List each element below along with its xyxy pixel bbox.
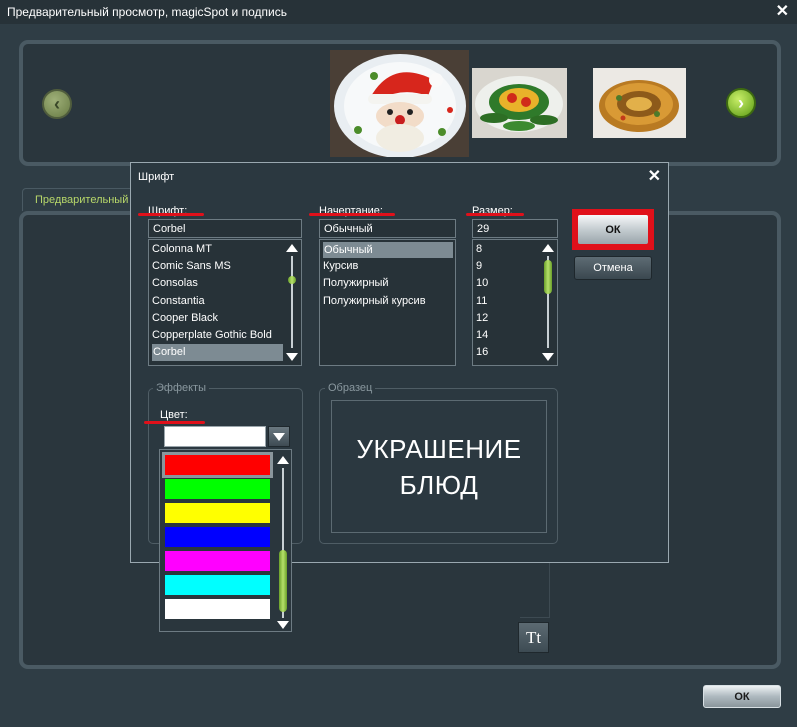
sample-group-label: Образец xyxy=(325,382,376,394)
color-label: Цвет: xyxy=(160,409,188,421)
window-title: Предварительный просмотр, magicSpot и по… xyxy=(7,5,287,19)
dialog-cancel-button[interactable]: Отмена xyxy=(574,256,652,280)
size-list-item[interactable]: 14 xyxy=(476,329,488,341)
dialog-ok-button[interactable]: ОК xyxy=(572,209,654,250)
font-settings-button[interactable]: Tt xyxy=(518,622,549,653)
dialog-close-icon[interactable]: ✕ xyxy=(648,166,661,186)
color-swatch[interactable] xyxy=(165,527,270,547)
font-list-item[interactable]: Consolas xyxy=(152,277,198,289)
scroll-thumb[interactable] xyxy=(288,276,296,284)
scroll-up-icon[interactable] xyxy=(277,456,289,464)
size-field[interactable]: 29 xyxy=(472,219,558,238)
thumbnail-pastry-roll[interactable] xyxy=(593,68,686,138)
dialog-title: Шрифт xyxy=(138,171,175,183)
tab-preview-label: Предварительный xyxy=(35,194,129,206)
color-swatch[interactable] xyxy=(165,551,270,571)
scroll-down-icon[interactable] xyxy=(277,621,289,629)
next-arrow-glyph: › xyxy=(738,92,744,113)
sample-line-2: БЛЮД xyxy=(399,470,479,500)
scroll-down-icon[interactable] xyxy=(286,353,298,361)
style-list-item-selected[interactable]: Обычный xyxy=(323,242,453,258)
font-list-item[interactable]: Colonna MT xyxy=(152,243,212,255)
font-list[interactable]: Colonna MT Comic Sans MS Consolas Consta… xyxy=(148,239,302,366)
style-list[interactable]: Обычный Курсив Полужирный Полужирный кур… xyxy=(319,239,456,366)
chevron-right-icon[interactable]: › xyxy=(726,88,756,118)
style-label-underline xyxy=(309,213,395,216)
font-list-item[interactable]: Constantia xyxy=(152,295,205,307)
scroll-thumb[interactable] xyxy=(279,550,287,612)
font-list-item-selected[interactable]: Corbel xyxy=(152,344,283,361)
color-label-underline xyxy=(144,421,205,424)
sample-preview: УКРАШЕНИЕ БЛЮД xyxy=(331,400,547,533)
window-close-icon[interactable]: ✕ xyxy=(776,1,789,21)
color-swatch[interactable] xyxy=(165,599,270,619)
dialog-ok-label: ОК xyxy=(578,215,648,244)
sample-text: УКРАШЕНИЕ БЛЮД xyxy=(332,431,546,503)
main-ok-button[interactable]: ОК xyxy=(703,685,781,708)
size-list-item[interactable]: 12 xyxy=(476,312,488,324)
size-list[interactable]: 8 9 10 11 12 14 16 xyxy=(472,239,558,366)
chevron-left-icon[interactable]: ‹ xyxy=(42,89,72,119)
tab-preview[interactable]: Предварительный xyxy=(22,188,139,211)
color-swatch[interactable] xyxy=(165,479,270,499)
color-swatch[interactable] xyxy=(165,503,270,523)
color-swatch[interactable] xyxy=(165,575,270,595)
scroll-track[interactable] xyxy=(291,256,293,348)
style-list-item[interactable]: Полужирный xyxy=(323,277,389,289)
scroll-up-icon[interactable] xyxy=(542,244,554,252)
thumbnail-santa-salad[interactable] xyxy=(330,50,469,157)
font-label-underline xyxy=(138,213,204,216)
thumbnail-vegetable-platter[interactable] xyxy=(472,68,567,138)
sample-line-1: УКРАШЕНИЕ xyxy=(356,434,522,464)
size-list-item[interactable]: 9 xyxy=(476,260,482,272)
font-name-field[interactable]: Corbel xyxy=(148,219,302,238)
font-list-item[interactable]: Comic Sans MS xyxy=(152,260,231,272)
font-list-item[interactable]: Copperplate Gothic Bold xyxy=(152,329,272,341)
size-list-item[interactable]: 8 xyxy=(476,243,482,255)
scroll-down-icon[interactable] xyxy=(542,353,554,361)
scroll-thumb[interactable] xyxy=(544,260,552,294)
scroll-up-icon[interactable] xyxy=(286,244,298,252)
font-list-item[interactable]: Cooper Black xyxy=(152,312,218,324)
window-titlebar: Предварительный просмотр, magicSpot и по… xyxy=(0,0,797,24)
chevron-down-icon[interactable] xyxy=(268,426,290,447)
caption-area-edge xyxy=(520,556,550,618)
style-list-item[interactable]: Курсив xyxy=(323,260,358,272)
style-list-item[interactable]: Полужирный курсив xyxy=(323,295,426,307)
size-list-item[interactable]: 16 xyxy=(476,346,488,358)
effects-group-label: Эффекты xyxy=(153,382,210,394)
size-list-item[interactable]: 10 xyxy=(476,277,488,289)
style-field[interactable]: Обычный xyxy=(319,219,456,238)
prev-arrow-glyph: ‹ xyxy=(54,93,60,114)
color-select-field[interactable] xyxy=(164,426,266,447)
size-list-item[interactable]: 11 xyxy=(476,295,487,307)
size-label-underline xyxy=(466,213,524,216)
color-swatch[interactable] xyxy=(162,452,273,478)
color-dropdown-list[interactable] xyxy=(159,449,292,632)
